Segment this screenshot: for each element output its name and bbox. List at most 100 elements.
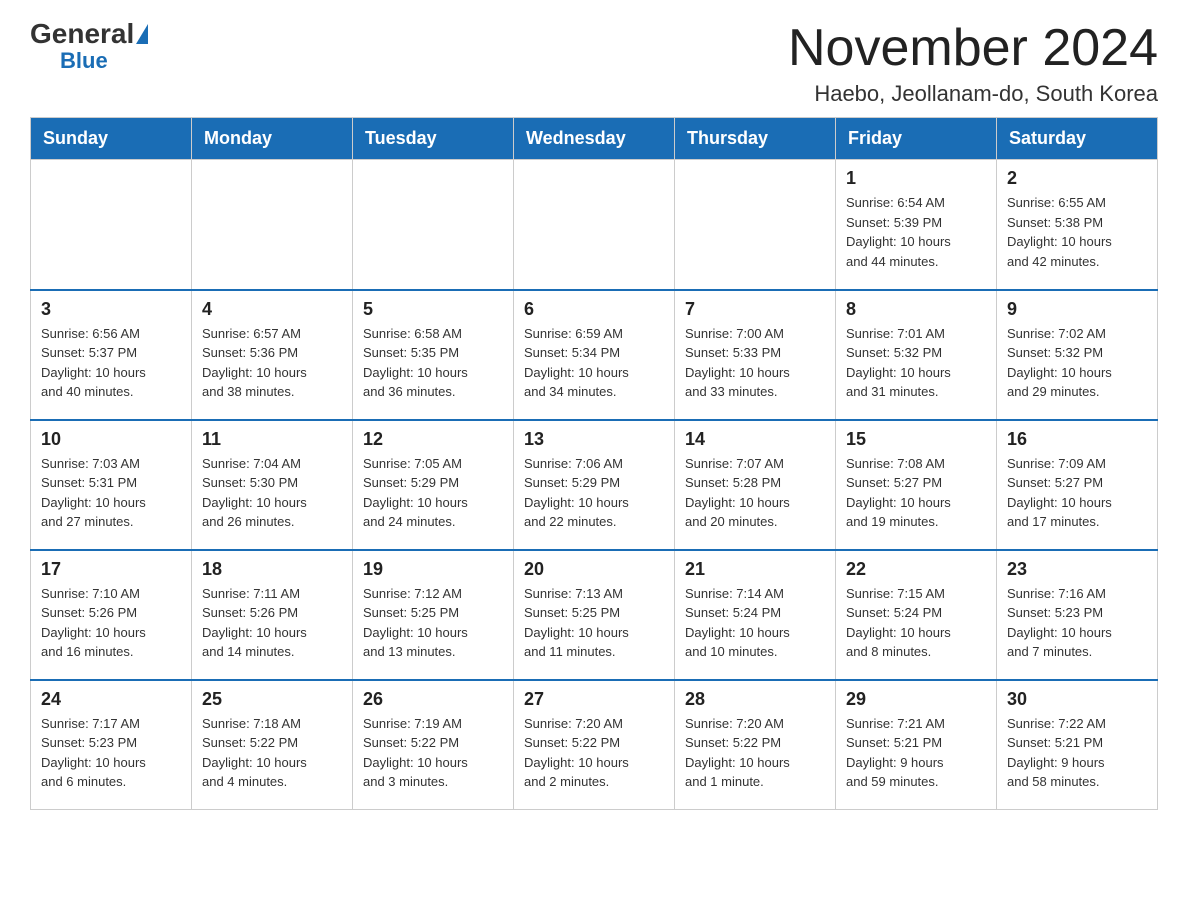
day-info: Sunrise: 6:54 AMSunset: 5:39 PMDaylight:… <box>846 193 986 271</box>
day-info: Sunrise: 7:20 AMSunset: 5:22 PMDaylight:… <box>685 714 825 792</box>
header: General Blue November 2024 Haebo, Jeolla… <box>30 20 1158 107</box>
calendar-cell-w5-d1: 25 Sunrise: 7:18 AMSunset: 5:22 PMDayligh… <box>192 680 353 810</box>
calendar-cell-w2-d6: 9 Sunrise: 7:02 AMSunset: 5:32 PMDaylight… <box>997 290 1158 420</box>
calendar-title: November 2024 <box>788 20 1158 77</box>
calendar-cell-w3-d6: 16 Sunrise: 7:09 AMSunset: 5:27 PMDayligh… <box>997 420 1158 550</box>
week-row-4: 17 Sunrise: 7:10 AMSunset: 5:26 PMDayligh… <box>31 550 1158 680</box>
header-thursday: Thursday <box>675 118 836 160</box>
calendar-cell-w1-d6: 2 Sunrise: 6:55 AMSunset: 5:38 PMDaylight… <box>997 160 1158 290</box>
day-info: Sunrise: 6:58 AMSunset: 5:35 PMDaylight:… <box>363 324 503 402</box>
day-number: 26 <box>363 689 503 710</box>
calendar-cell-w5-d6: 30 Sunrise: 7:22 AMSunset: 5:21 PMDayligh… <box>997 680 1158 810</box>
day-number: 2 <box>1007 168 1147 189</box>
logo: General Blue <box>30 20 148 74</box>
day-number: 10 <box>41 429 181 450</box>
header-saturday: Saturday <box>997 118 1158 160</box>
calendar-cell-w3-d0: 10 Sunrise: 7:03 AMSunset: 5:31 PMDayligh… <box>31 420 192 550</box>
calendar-cell-w2-d3: 6 Sunrise: 6:59 AMSunset: 5:34 PMDaylight… <box>514 290 675 420</box>
day-number: 24 <box>41 689 181 710</box>
day-number: 4 <box>202 299 342 320</box>
day-info: Sunrise: 7:04 AMSunset: 5:30 PMDaylight:… <box>202 454 342 532</box>
day-info: Sunrise: 6:57 AMSunset: 5:36 PMDaylight:… <box>202 324 342 402</box>
header-friday: Friday <box>836 118 997 160</box>
calendar-cell-w4-d1: 18 Sunrise: 7:11 AMSunset: 5:26 PMDayligh… <box>192 550 353 680</box>
calendar-cell-w5-d3: 27 Sunrise: 7:20 AMSunset: 5:22 PMDayligh… <box>514 680 675 810</box>
calendar-cell-w1-d2 <box>353 160 514 290</box>
day-info: Sunrise: 6:55 AMSunset: 5:38 PMDaylight:… <box>1007 193 1147 271</box>
header-wednesday: Wednesday <box>514 118 675 160</box>
header-tuesday: Tuesday <box>353 118 514 160</box>
calendar-cell-w2-d0: 3Sunrise: 6:56 AMSunset: 5:37 PMDaylight… <box>31 290 192 420</box>
calendar-cell-w2-d2: 5Sunrise: 6:58 AMSunset: 5:35 PMDaylight… <box>353 290 514 420</box>
day-info: Sunrise: 7:10 AMSunset: 5:26 PMDaylight:… <box>41 584 181 662</box>
week-row-2: 3Sunrise: 6:56 AMSunset: 5:37 PMDaylight… <box>31 290 1158 420</box>
day-number: 16 <box>1007 429 1147 450</box>
calendar-cell-w4-d0: 17 Sunrise: 7:10 AMSunset: 5:26 PMDayligh… <box>31 550 192 680</box>
day-number: 14 <box>685 429 825 450</box>
calendar-cell-w1-d0 <box>31 160 192 290</box>
day-number: 30 <box>1007 689 1147 710</box>
day-info: Sunrise: 7:02 AMSunset: 5:32 PMDaylight:… <box>1007 324 1147 402</box>
day-number: 28 <box>685 689 825 710</box>
day-number: 1 <box>846 168 986 189</box>
day-number: 22 <box>846 559 986 580</box>
week-row-3: 10 Sunrise: 7:03 AMSunset: 5:31 PMDayligh… <box>31 420 1158 550</box>
calendar-cell-w4-d5: 22Sunrise: 7:15 AMSunset: 5:24 PMDayligh… <box>836 550 997 680</box>
day-number: 9 <box>1007 299 1147 320</box>
day-number: 23 <box>1007 559 1147 580</box>
day-number: 8 <box>846 299 986 320</box>
calendar-table: SundayMondayTuesdayWednesdayThursdayFrid… <box>30 117 1158 810</box>
day-info: Sunrise: 7:00 AMSunset: 5:33 PMDaylight:… <box>685 324 825 402</box>
calendar-cell-w1-d3 <box>514 160 675 290</box>
calendar-cell-w3-d2: 12 Sunrise: 7:05 AMSunset: 5:29 PMDayligh… <box>353 420 514 550</box>
day-number: 6 <box>524 299 664 320</box>
day-info: Sunrise: 7:01 AMSunset: 5:32 PMDaylight:… <box>846 324 986 402</box>
day-number: 17 <box>41 559 181 580</box>
day-number: 25 <box>202 689 342 710</box>
day-info: Sunrise: 7:03 AMSunset: 5:31 PMDaylight:… <box>41 454 181 532</box>
day-info: Sunrise: 7:13 AMSunset: 5:25 PMDaylight:… <box>524 584 664 662</box>
calendar-cell-w3-d4: 14 Sunrise: 7:07 AMSunset: 5:28 PMDayligh… <box>675 420 836 550</box>
calendar-cell-w5-d4: 28 Sunrise: 7:20 AMSunset: 5:22 PMDayligh… <box>675 680 836 810</box>
day-number: 27 <box>524 689 664 710</box>
day-number: 12 <box>363 429 503 450</box>
day-info: Sunrise: 7:08 AMSunset: 5:27 PMDaylight:… <box>846 454 986 532</box>
calendar-cell-w4-d2: 19 Sunrise: 7:12 AMSunset: 5:25 PMDayligh… <box>353 550 514 680</box>
week-row-1: 1 Sunrise: 6:54 AMSunset: 5:39 PMDaylight… <box>31 160 1158 290</box>
calendar-cell-w1-d5: 1 Sunrise: 6:54 AMSunset: 5:39 PMDaylight… <box>836 160 997 290</box>
header-monday: Monday <box>192 118 353 160</box>
calendar-cell-w1-d1 <box>192 160 353 290</box>
day-number: 29 <box>846 689 986 710</box>
day-number: 18 <box>202 559 342 580</box>
calendar-cell-w4-d3: 20Sunrise: 7:13 AMSunset: 5:25 PMDayligh… <box>514 550 675 680</box>
calendar-cell-w2-d1: 4 Sunrise: 6:57 AMSunset: 5:36 PMDaylight… <box>192 290 353 420</box>
calendar-cell-w2-d5: 8 Sunrise: 7:01 AMSunset: 5:32 PMDaylight… <box>836 290 997 420</box>
day-info: Sunrise: 7:20 AMSunset: 5:22 PMDaylight:… <box>524 714 664 792</box>
day-number: 19 <box>363 559 503 580</box>
week-row-5: 24 Sunrise: 7:17 AMSunset: 5:23 PMDayligh… <box>31 680 1158 810</box>
calendar-cell-w3-d3: 13Sunrise: 7:06 AMSunset: 5:29 PMDayligh… <box>514 420 675 550</box>
logo-general-text: General <box>30 20 134 48</box>
calendar-cell-w5-d0: 24 Sunrise: 7:17 AMSunset: 5:23 PMDayligh… <box>31 680 192 810</box>
day-info: Sunrise: 6:59 AMSunset: 5:34 PMDaylight:… <box>524 324 664 402</box>
day-info: Sunrise: 7:11 AMSunset: 5:26 PMDaylight:… <box>202 584 342 662</box>
day-info: Sunrise: 7:16 AMSunset: 5:23 PMDaylight:… <box>1007 584 1147 662</box>
day-info: Sunrise: 7:05 AMSunset: 5:29 PMDaylight:… <box>363 454 503 532</box>
calendar-cell-w1-d4 <box>675 160 836 290</box>
day-number: 11 <box>202 429 342 450</box>
logo-triangle-icon <box>136 24 148 44</box>
calendar-cell-w5-d5: 29Sunrise: 7:21 AMSunset: 5:21 PMDayligh… <box>836 680 997 810</box>
calendar-cell-w3-d1: 11 Sunrise: 7:04 AMSunset: 5:30 PMDayligh… <box>192 420 353 550</box>
day-info: Sunrise: 7:12 AMSunset: 5:25 PMDaylight:… <box>363 584 503 662</box>
day-info: Sunrise: 7:07 AMSunset: 5:28 PMDaylight:… <box>685 454 825 532</box>
day-info: Sunrise: 7:17 AMSunset: 5:23 PMDaylight:… <box>41 714 181 792</box>
day-info: Sunrise: 6:56 AMSunset: 5:37 PMDaylight:… <box>41 324 181 402</box>
day-info: Sunrise: 7:18 AMSunset: 5:22 PMDaylight:… <box>202 714 342 792</box>
day-info: Sunrise: 7:22 AMSunset: 5:21 PMDaylight:… <box>1007 714 1147 792</box>
calendar-subtitle: Haebo, Jeollanam-do, South Korea <box>788 81 1158 107</box>
day-info: Sunrise: 7:06 AMSunset: 5:29 PMDaylight:… <box>524 454 664 532</box>
calendar-cell-w5-d2: 26Sunrise: 7:19 AMSunset: 5:22 PMDayligh… <box>353 680 514 810</box>
day-info: Sunrise: 7:09 AMSunset: 5:27 PMDaylight:… <box>1007 454 1147 532</box>
calendar-cell-w4-d4: 21Sunrise: 7:14 AMSunset: 5:24 PMDayligh… <box>675 550 836 680</box>
calendar-cell-w2-d4: 7Sunrise: 7:00 AMSunset: 5:33 PMDaylight… <box>675 290 836 420</box>
